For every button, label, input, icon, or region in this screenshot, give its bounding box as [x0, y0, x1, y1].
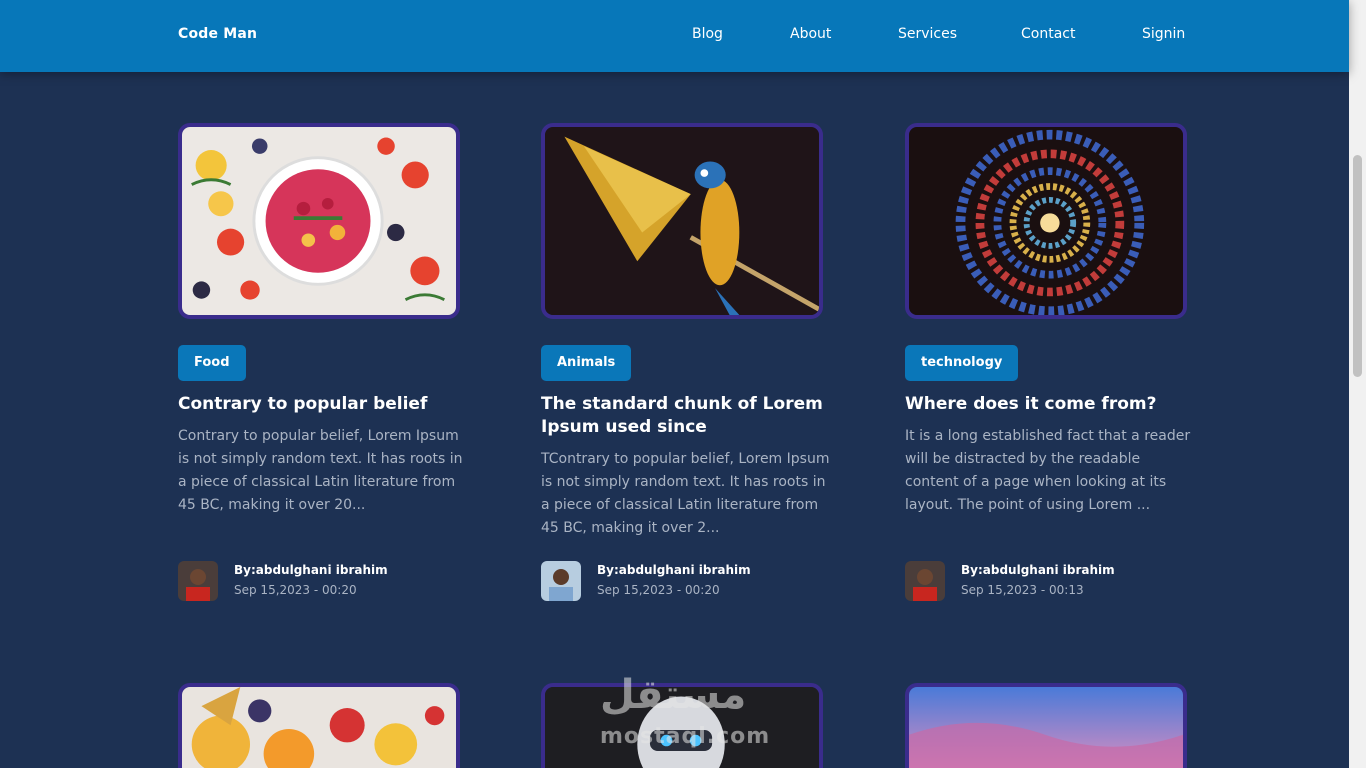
post-card: Animals The standard chunk of Lorem Ipsu…	[541, 123, 829, 601]
post-card: technology Where does it come from? It i…	[905, 123, 1190, 601]
nav-link-services[interactable]: Services	[898, 26, 957, 42]
post-date: Sep 15,2023 - 00:13	[961, 583, 1084, 597]
author-row: By:abdulghani ibrahim Sep 15,2023 - 00:2…	[178, 561, 468, 601]
author-avatar	[541, 561, 581, 601]
post-title[interactable]: Where does it come from?	[905, 393, 1195, 416]
post-title[interactable]: Contrary to popular belief	[178, 393, 468, 416]
post-excerpt: TContrary to popular belief, Lorem Ipsum…	[541, 451, 830, 536]
robot-image[interactable]	[541, 683, 823, 768]
fruit-platter-image[interactable]	[178, 683, 460, 768]
author-avatar	[905, 561, 945, 601]
author-name: By:abdulghani ibrahim	[597, 563, 751, 577]
post-excerpt: It is a long established fact that a rea…	[905, 428, 1191, 513]
post-excerpt: Contrary to popular belief, Lorem Ipsum …	[178, 428, 463, 513]
fruit-bowl-image[interactable]	[178, 123, 460, 319]
sunset-sky-image[interactable]	[905, 683, 1187, 768]
post-date: Sep 15,2023 - 00:20	[234, 583, 357, 597]
post-card: Food Contrary to popular belief Contrary…	[178, 123, 462, 601]
author-name: By:abdulghani ibrahim	[234, 563, 388, 577]
author-row: By:abdulghani ibrahim Sep 15,2023 - 00:1…	[905, 561, 1195, 601]
author-avatar	[178, 561, 218, 601]
top-navbar: Code Man Blog About Services Contact Sig…	[0, 0, 1349, 72]
nav-link-contact[interactable]: Contact	[1021, 26, 1075, 42]
nav-link-about[interactable]: About	[790, 26, 831, 42]
page-scrollbar[interactable]	[1349, 0, 1366, 768]
category-tag[interactable]: Food	[178, 345, 246, 381]
scrollbar-thumb[interactable]	[1353, 155, 1362, 377]
post-date: Sep 15,2023 - 00:20	[597, 583, 720, 597]
author-row: By:abdulghani ibrahim Sep 15,2023 - 00:2…	[541, 561, 831, 601]
author-name: By:abdulghani ibrahim	[961, 563, 1115, 577]
stained-glass-spiral-image[interactable]	[905, 123, 1187, 319]
brand-logo[interactable]: Code Man	[178, 26, 257, 42]
post-title[interactable]: The standard chunk of Lorem Ipsum used s…	[541, 393, 831, 439]
parrot-image[interactable]	[541, 123, 823, 319]
category-tag[interactable]: Animals	[541, 345, 632, 381]
nav-link-signin[interactable]: Signin	[1142, 26, 1185, 42]
nav-link-blog[interactable]: Blog	[692, 26, 723, 42]
category-tag[interactable]: technology	[905, 345, 1019, 381]
